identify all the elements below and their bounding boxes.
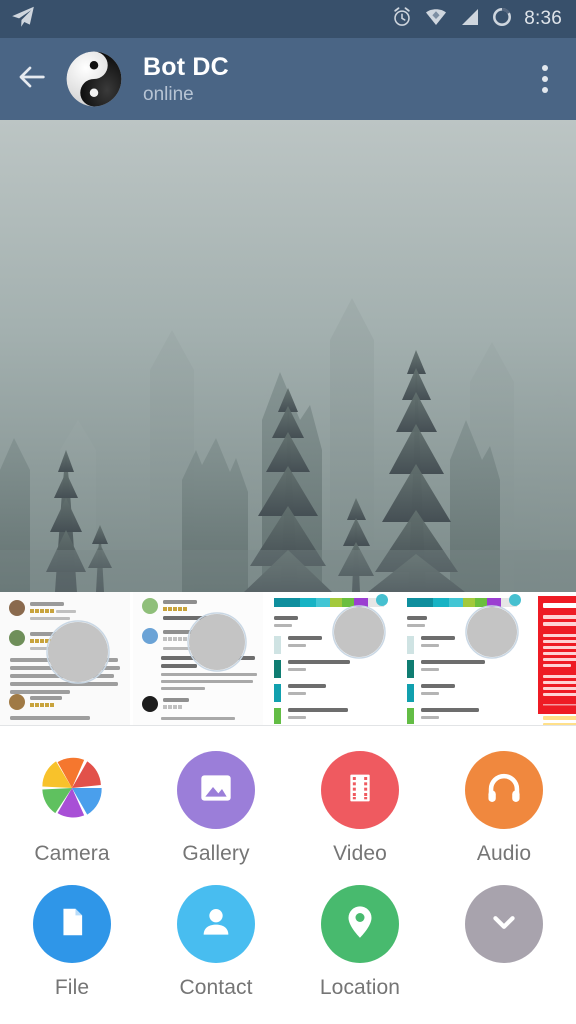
attachment-row-2: File Contact Location [0,866,576,1000]
attachment-row-1: Camera Gallery Video Audio [0,726,576,866]
attach-label: Gallery [182,842,250,865]
chat-message-area[interactable]: No messages here yet... [0,120,576,592]
list-item[interactable] [399,592,529,725]
battery-circle-icon [491,6,513,33]
overflow-menu-icon[interactable] [514,38,576,120]
attach-label: Contact [179,976,253,999]
camera-circle [33,751,111,829]
file-circle [33,885,111,963]
cell-signal-icon [459,7,480,32]
attachment-gallery-strip[interactable] [0,592,576,725]
avatar[interactable] [66,51,122,107]
status-badge: online [143,83,194,105]
audio-circle [465,751,543,829]
attach-option-file[interactable]: File [0,885,144,1000]
list-item[interactable] [266,592,396,725]
yin-yang-avatar [66,51,122,107]
chat-action-bar: Bot DC online [0,38,576,120]
attach-option-audio[interactable]: Audio [432,751,576,866]
attach-label: Video [333,842,387,865]
contact-circle [177,885,255,963]
back-arrow-icon [15,60,49,99]
attach-label: Audio [476,842,532,865]
attach-option-gallery[interactable]: Gallery [144,751,288,866]
video-circle [321,751,399,829]
camera-shutter-icon [34,750,110,831]
document-icon [53,903,91,946]
image-icon [196,768,236,813]
telegram-chat-screen: 8:36 Bot DC online Camera Gallery Video … [0,0,576,1024]
list-item[interactable] [532,592,576,725]
status-bar-notifications [0,4,36,35]
chat-title-block[interactable]: Bot DC online [143,52,229,107]
status-bar-clock: 8:36 [524,8,562,29]
alarm-clock-icon [391,6,413,33]
wifi-icon [424,7,448,32]
list-item[interactable] [0,592,130,725]
attach-label: File [54,976,90,999]
map-pin-icon [340,902,380,947]
chevron-down-icon [485,903,523,946]
headphones-icon [483,767,525,814]
menu-dot [542,76,548,82]
page-title: Bot DC [143,52,229,81]
menu-dot [542,65,548,71]
status-bar: 8:36 [0,0,576,38]
list-item[interactable] [133,592,263,725]
attach-option-contact[interactable]: Contact [144,885,288,1000]
location-circle [321,885,399,963]
attachment-panel: Camera Gallery Video Audio File Contact … [0,725,576,1024]
attach-option-location[interactable]: Location [288,885,432,1000]
attach-option-camera[interactable]: Camera [0,751,144,866]
wallpaper-forest [0,120,576,592]
film-strip-icon [340,768,380,813]
person-icon [196,902,236,947]
status-bar-icons: 8:36 [391,6,576,33]
attach-label: Location [319,976,401,999]
attach-option-collapse[interactable] [432,885,576,1000]
gallery-circle [177,751,255,829]
attach-label: Camera [34,842,110,865]
telegram-paper-plane-icon [10,4,36,35]
back-button[interactable] [0,38,64,120]
menu-dot [542,87,548,93]
attach-option-video[interactable]: Video [288,751,432,866]
collapse-circle [465,885,543,963]
